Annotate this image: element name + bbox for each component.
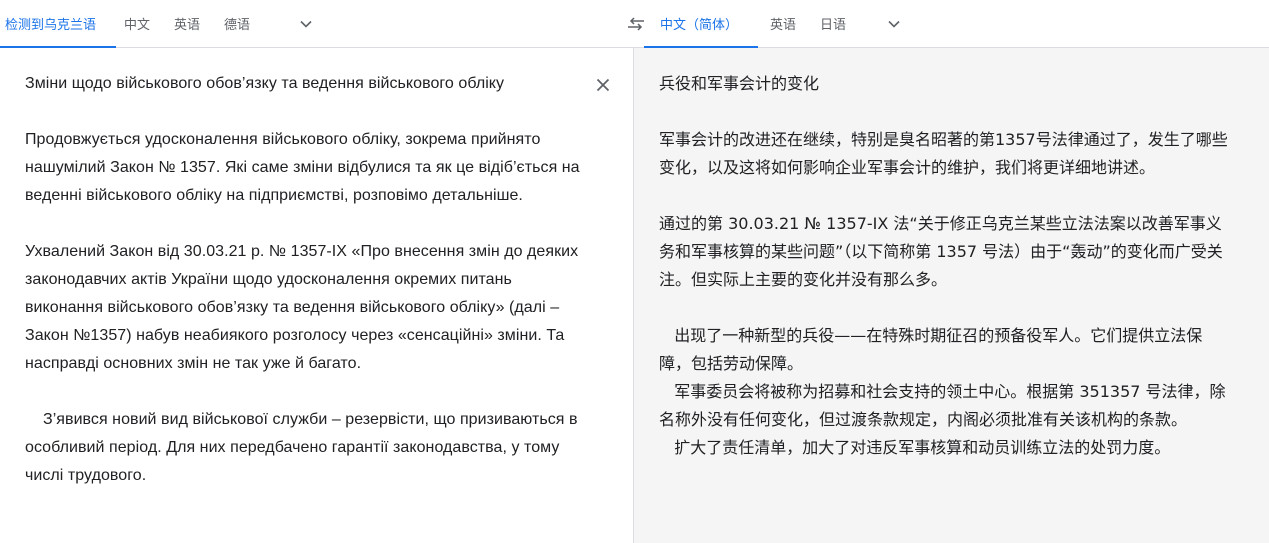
source-paragraph: Продовжується удосконалення військового …	[25, 131, 585, 204]
translation-paragraph: 出现了一种新型的兵役——在特殊时期征召的预备役军人。它们提供立法保障，包括劳动保…	[659, 326, 1203, 373]
tab-detected-ukrainian[interactable]: 检测到乌克兰语	[0, 0, 117, 48]
translation-paragraph: 军事委员会将被称为招募和社会支持的领土中心。根据第 351357 号法律，除名称…	[659, 382, 1226, 429]
translate-app: 检测到乌克兰语 中文 英语 德语 中文（简体） 英语 日语 Зміни щодо…	[0, 0, 1269, 543]
swap-arrows-icon	[628, 17, 644, 31]
translation-paragraph: 扩大了责任清单，加大了对违反军事核算和动员训练立法的处罚力度。	[659, 438, 1171, 457]
tab-label: 中文	[124, 17, 151, 32]
language-bar: 检测到乌克兰语 中文 英语 德语 中文（简体） 英语 日语	[0, 0, 1269, 48]
tab-source-english[interactable]: 英语	[166, 0, 216, 47]
source-textarea[interactable]: Зміни щодо військового обов’язку та веде…	[25, 70, 585, 490]
tab-target-chinese-simplified[interactable]: 中文（简体）	[644, 0, 759, 48]
chevron-down-icon	[300, 20, 312, 28]
source-language-tabs: 检测到乌克兰语 中文 英语 德语	[0, 0, 322, 48]
source-more-languages-button[interactable]	[266, 0, 322, 47]
target-more-languages-button[interactable]	[862, 0, 910, 47]
clear-source-button[interactable]	[591, 73, 615, 97]
tab-source-chinese[interactable]: 中文	[116, 0, 166, 47]
tab-target-english[interactable]: 英语	[758, 0, 812, 47]
tab-label: 检测到乌克兰语	[5, 17, 97, 32]
chevron-down-icon	[888, 20, 900, 28]
source-text-pane[interactable]: Зміни щодо військового обов’язку та веде…	[0, 48, 633, 543]
tab-source-german[interactable]: 德语	[216, 0, 266, 47]
tab-target-japanese[interactable]: 日语	[812, 0, 862, 47]
tab-label: 英语	[174, 17, 201, 32]
target-language-tabs: 中文（简体） 英语 日语	[644, 0, 910, 48]
translation-paragraph-title: 兵役和军事会计的变化	[659, 74, 820, 93]
translation-paragraph: 军事会计的改进还在继续，特别是臭名昭著的第1357号法律通过了，发生了哪些变化，…	[659, 130, 1228, 177]
translation-paragraph: 通过的第 30.03.21 № 1357-IX 法“关于修正乌克兰某些立法法案以…	[659, 214, 1223, 289]
translation-pane: 兵役和军事会计的变化 军事会计的改进还在继续，特别是臭名昭著的第1357号法律通…	[634, 48, 1269, 543]
close-icon	[596, 78, 610, 92]
tab-label: 德语	[224, 17, 251, 32]
tab-label: 日语	[820, 17, 847, 32]
source-paragraph-title: Зміни щодо військового обов’язку та веде…	[25, 75, 505, 92]
source-paragraph: Ухвалений Закон від 30.03.21 р. № 1357-I…	[25, 243, 583, 372]
translation-output: 兵役和军事会计的变化 军事会计的改进还在继续，特别是臭名昭著的第1357号法律通…	[659, 70, 1229, 462]
tab-label: 英语	[770, 17, 797, 32]
tab-label: 中文（简体）	[660, 17, 739, 32]
source-paragraph: З’явився новий вид військової служби – р…	[25, 411, 583, 484]
